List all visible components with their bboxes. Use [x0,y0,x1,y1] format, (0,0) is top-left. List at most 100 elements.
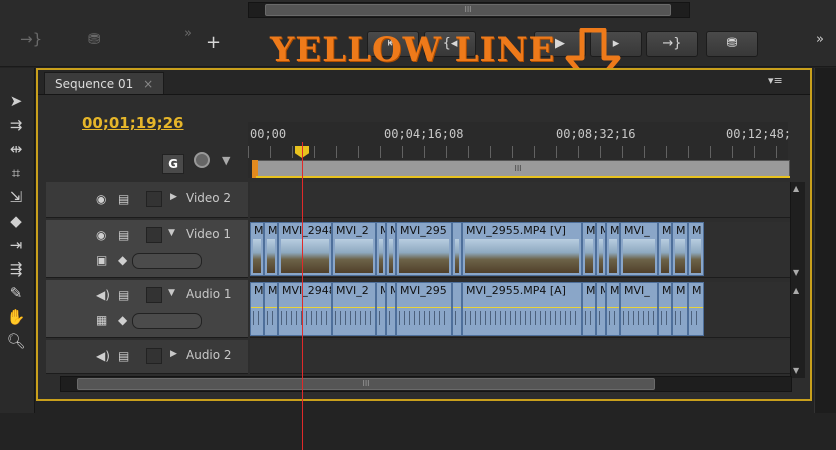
volume-line[interactable] [583,307,595,308]
scroll-up-icon[interactable]: ▲ [793,184,799,193]
video-clip[interactable]: MVI_2948. [278,222,332,276]
hand-tool-icon[interactable]: ✋ [4,306,28,328]
scroll-down-icon[interactable]: ▼ [793,268,799,277]
volume-line[interactable] [597,307,605,308]
volume-line[interactable] [607,307,619,308]
slip-tool-icon[interactable]: ⇥ [4,234,28,256]
track-lock-toggle[interactable] [146,287,162,303]
eye-icon[interactable]: ◉ [96,228,106,242]
audio-clip[interactable]: M [376,282,386,336]
video-clip[interactable]: M [250,222,264,276]
video-clip[interactable]: M [386,222,396,276]
rolling-edit-tool-icon[interactable]: ⌗ [4,162,28,184]
audio-clip[interactable]: M [672,282,688,336]
playhead-timecode[interactable]: 00;01;19;26 [82,114,184,132]
overwrite-button[interactable]: ⛃ [88,30,101,48]
track-lock-toggle[interactable] [146,191,162,207]
audio-clip[interactable]: M [688,282,704,336]
video-clip[interactable]: M [658,222,672,276]
video-clip[interactable]: MVI_295 [396,222,452,276]
go-out-button[interactable]: →} [646,31,698,57]
lane-video-2[interactable] [250,182,790,218]
audio-clip[interactable] [452,282,462,336]
insert-button[interactable]: →} [20,30,42,48]
volume-line[interactable] [397,307,451,308]
timeline-scroll-thumb[interactable]: III [77,378,655,390]
video-clip[interactable]: MVI_2955.MP4 [V] [462,222,582,276]
volume-line[interactable] [689,307,703,308]
razor-tool-icon[interactable]: ◆ [4,210,28,232]
close-icon[interactable]: × [143,77,153,91]
audio-clip[interactable]: M [658,282,672,336]
audio-clip[interactable]: M [386,282,396,336]
audio-clip[interactable]: MVI_2948. [278,282,332,336]
scroll-up-icon[interactable]: ▲ [793,286,799,295]
audio-clip[interactable]: M [606,282,620,336]
volume-line[interactable] [387,307,395,308]
video-clip[interactable]: M [582,222,596,276]
audio-clip[interactable]: MVI_2 [332,282,376,336]
filmstrip-icon[interactable]: ▤ [118,192,129,206]
add-button[interactable]: + [206,32,221,53]
filmstrip-icon[interactable]: ▤ [118,228,129,242]
volume-line[interactable] [279,307,331,308]
rate-stretch-tool-icon[interactable]: ⇲ [4,186,28,208]
video-clip[interactable]: M [688,222,704,276]
display-style-icon[interactable]: ▣ [96,253,107,267]
export-frame-button[interactable]: ⛃ [706,31,758,57]
video-clip[interactable]: MVI_2 [332,222,376,276]
video-clip[interactable]: M [672,222,688,276]
volume-line[interactable] [251,307,263,308]
expand-triangle-icon[interactable]: ▶ [170,192,177,202]
volume-line[interactable] [453,307,461,308]
track-lock-toggle[interactable] [146,227,162,243]
collapse-triangle-icon[interactable]: ▼ [168,288,175,298]
lane-audio-2[interactable] [250,340,790,374]
snap-icon[interactable]: G [162,154,184,174]
lane-audio-1[interactable]: MMMVI_2948.MVI_2MMMVI_295MVI_2955.MP4 [A… [250,282,790,338]
timeline-horizontal-scrollbar[interactable]: III [60,376,792,392]
eye-icon[interactable]: ◉ [96,192,106,206]
volume-line[interactable] [621,307,657,308]
track-slider[interactable] [132,313,202,329]
video-clip[interactable]: MVI_ [620,222,658,276]
expand-triangle-icon[interactable]: ▶ [170,349,177,359]
monitor-scrollbar[interactable]: III [248,2,690,18]
track-select-tool-icon[interactable]: ⇉ [4,114,28,136]
zoom-tool-icon[interactable]: 🔍︎ [4,330,28,352]
work-area-yellow-line[interactable] [256,176,790,178]
track-slider[interactable] [132,253,202,269]
scroll-down-icon[interactable]: ▼ [793,366,799,375]
timeline-vertical-scrollbar[interactable]: ▲ ▼ ▲ ▼ [790,182,805,378]
video-clip[interactable]: M [376,222,386,276]
video-clip[interactable]: M [606,222,620,276]
pen-tool-icon[interactable]: ✎ [4,282,28,304]
audio-clip[interactable]: MVI_ [620,282,658,336]
speaker-icon[interactable]: ◀) [96,288,110,302]
volume-line[interactable] [659,307,671,308]
marker-icon[interactable] [194,152,210,168]
audio-clip[interactable]: M [582,282,596,336]
waveform-icon[interactable]: ▦ [96,313,107,327]
filmstrip-icon[interactable]: ▤ [118,288,129,302]
keyframe-icon[interactable]: ◆ [118,313,127,327]
video-clip[interactable]: M [596,222,606,276]
volume-line[interactable] [333,307,375,308]
audio-clip[interactable]: M [264,282,278,336]
audio-clip[interactable]: M [250,282,264,336]
playhead-line[interactable] [302,142,303,450]
right-overflow-icon[interactable]: » [816,32,824,47]
tab-sequence-01[interactable]: Sequence 01 × [44,72,164,94]
filmstrip-icon[interactable]: ▤ [118,349,129,363]
panel-menu-icon[interactable]: ▾≡ [768,74,783,87]
volume-line[interactable] [377,307,385,308]
monitor-scroll-thumb[interactable]: III [265,4,671,16]
selection-tool-icon[interactable]: ➤ [4,90,28,112]
volume-line[interactable] [673,307,687,308]
keyframe-icon[interactable]: ◆ [118,253,127,267]
overflow-chevron-icon[interactable]: » [184,26,192,41]
speaker-icon[interactable]: ◀) [96,349,110,363]
track-lock-toggle[interactable] [146,348,162,364]
volume-line[interactable] [265,307,277,308]
audio-clip[interactable]: MVI_295 [396,282,452,336]
